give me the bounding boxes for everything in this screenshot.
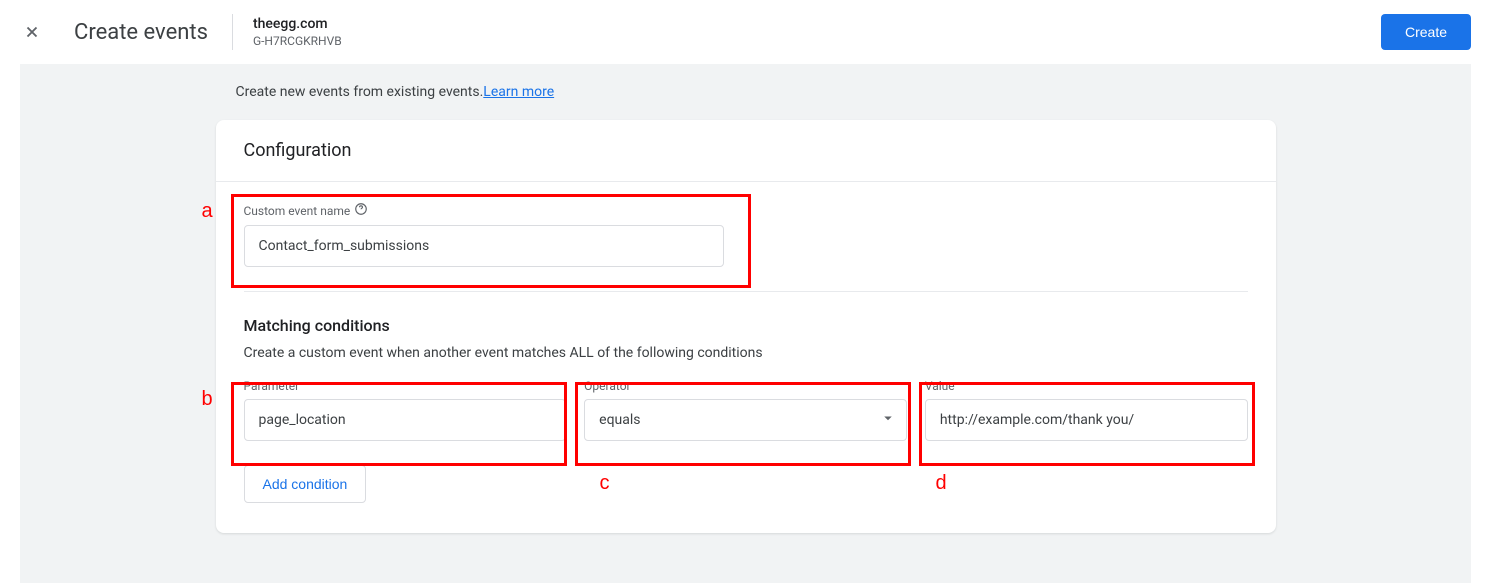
operator-select[interactable] — [584, 399, 907, 441]
operator-field: Operator — [584, 379, 907, 441]
page-header: Create events theegg.com G-H7RCGKRHVB Cr… — [0, 0, 1491, 64]
page-title: Create events — [74, 20, 208, 45]
card-body: a Custom event name Matching conditions … — [216, 182, 1276, 503]
intro-text-label: Create new events from existing events. — [236, 84, 484, 100]
custom-event-name-label: Custom event name — [244, 202, 1248, 219]
value-field: Value — [925, 379, 1248, 441]
parameter-field: Parameter — [244, 379, 567, 441]
annotation-label-b: b — [202, 388, 213, 411]
annotation-label-a: a — [202, 200, 213, 223]
property-name: theegg.com — [253, 16, 342, 32]
annotation-label-c: c — [600, 472, 610, 495]
card-title: Configuration — [216, 120, 1276, 182]
add-condition-button[interactable]: Add condition — [244, 465, 367, 503]
configuration-card: Configuration a Custom event name Matchi… — [216, 120, 1276, 533]
value-input[interactable] — [925, 399, 1248, 441]
intro-text: Create new events from existing events.L… — [216, 84, 1276, 100]
parameter-input[interactable] — [244, 399, 567, 441]
operator-label: Operator — [584, 379, 907, 393]
operator-input[interactable] — [584, 399, 907, 441]
property-info: theegg.com G-H7RCGKRHVB — [253, 16, 342, 48]
annotation-label-d: d — [936, 472, 947, 495]
section-divider — [244, 291, 1248, 292]
content-area: Create new events from existing events.L… — [20, 64, 1471, 583]
help-icon[interactable] — [354, 202, 368, 219]
create-button[interactable]: Create — [1381, 14, 1471, 50]
parameter-label: Parameter — [244, 379, 567, 393]
value-label: Value — [925, 379, 1248, 393]
close-icon[interactable] — [20, 20, 44, 44]
matching-conditions-title: Matching conditions — [244, 316, 1248, 335]
matching-conditions-subtitle: Create a custom event when another event… — [244, 345, 1248, 361]
conditions-row: Parameter Operator Value — [244, 379, 1248, 441]
custom-event-name-input[interactable] — [244, 225, 724, 267]
custom-event-name-label-text: Custom event name — [244, 204, 351, 218]
learn-more-link[interactable]: Learn more — [483, 84, 554, 100]
header-divider — [232, 14, 233, 50]
property-id: G-H7RCGKRHVB — [253, 34, 342, 48]
